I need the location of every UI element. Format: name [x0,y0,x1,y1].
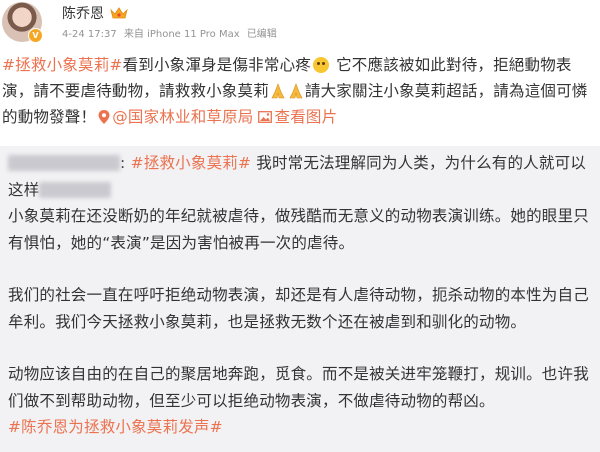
sad-emoji-icon [312,57,329,73]
pray-emoji-icon [271,83,285,99]
view-image-link[interactable]: 查看图片 [275,108,338,126]
repost-colon: : [120,154,126,172]
image-icon [257,111,272,123]
post-source: 来自 iPhone 11 Pro Max [123,29,240,40]
hashtag-link[interactable]: #陈乔恩为拯救小象莫莉发声# [8,418,223,436]
hashtag-link[interactable]: #拯救小象莫莉# [131,154,252,172]
repost-paragraph: 动物应该自由的在自己的聚居地奔跑，觅食。而不是被关进牢笼鞭打，规训。也许我们做不… [8,365,589,410]
repost-text: : #拯救小象莫莉# 我时常无法理解同为人类，为什么有的人就可以这样 小象莫莉在… [8,150,592,441]
mention-link[interactable]: @国家林业和草原局 [112,108,253,126]
edited-label[interactable]: 已编辑 [247,29,277,40]
repost-paragraph: 我们的社会一直在呼吁拒绝动物表演，却还是有人虐待动物，扼杀动物的本性为自己牟利。… [8,286,589,331]
post-text: 看到小象渾身是傷非常心疼 [122,56,311,74]
post-meta: 4-24 17:37 来自 iPhone 11 Pro Max 已编辑 [62,25,281,40]
crown-icon [110,7,128,19]
post-header: V 陈乔恩 4-24 17:37 来自 iPhone 11 Pro Max 已编… [0,0,600,48]
hashtag-link[interactable]: #拯救小象莫莉# [2,56,123,74]
verified-badge-icon: V [28,28,43,43]
author-row: 陈乔恩 [62,3,128,23]
timestamp[interactable]: 4-24 17:37 [62,29,117,40]
author-name[interactable]: 陈乔恩 [62,3,104,23]
repost-card[interactable]: : #拯救小象莫莉# 我时常无法理解同为人类，为什么有的人就可以这样 小象莫莉在… [0,146,600,452]
pray-emoji-icon [289,83,303,99]
blurred-text [39,181,112,198]
location-pin-icon [98,110,110,124]
blurred-username [8,155,120,171]
post-body: #拯救小象莫莉#看到小象渾身是傷非常心疼 它不應該被如此對待，拒絕動物表演，請不… [2,52,592,130]
repost-paragraph: 小象莫莉在还没断奶的年纪就被虐待，做残酷而无意义的动物表演训练。她的眼里只有惧怕… [8,207,589,252]
